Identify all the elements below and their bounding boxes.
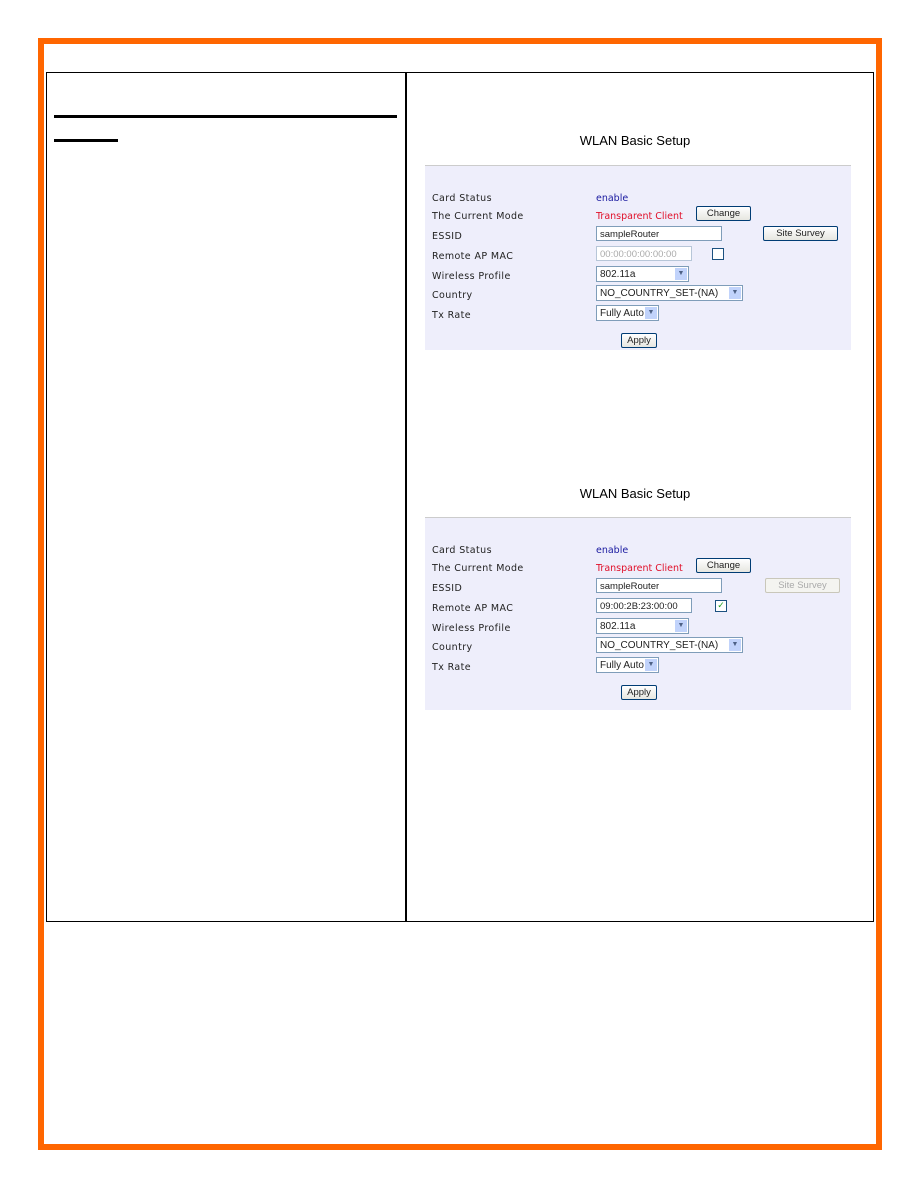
country-label: Country (432, 642, 473, 653)
chevron-down-icon: ▼ (675, 268, 687, 280)
tx-rate-value: Fully Auto (600, 308, 644, 319)
site-survey-button[interactable]: Site Survey (763, 226, 838, 241)
wireless-profile-label: Wireless Profile (432, 271, 511, 282)
wlan-basic-setup-panel: Card Status enable The Current Mode Transp… (425, 165, 851, 350)
remote-ap-mac-label: Remote AP MAC (432, 251, 514, 262)
remote-ap-mac-row: Remote AP MAC 00:00:00:00:00:00 (425, 246, 851, 264)
card-status-value: enable (596, 545, 629, 556)
column-divider (405, 72, 407, 922)
country-row: Country NO_COUNTRY_SET-(NA) ▼ (425, 637, 851, 655)
tx-rate-label: Tx Rate (432, 662, 472, 673)
chevron-down-icon: ▼ (729, 639, 741, 651)
remote-ap-mac-checkbox[interactable]: ✓ (715, 600, 727, 612)
mode-value: Transparent Client (596, 563, 683, 574)
panel-title: WLAN Basic Setup (579, 486, 691, 501)
tx-rate-select[interactable]: Fully Auto ▼ (596, 305, 659, 321)
chevron-down-icon: ▼ (675, 620, 687, 632)
document-page: WLAN Basic Setup Card Status enable The C… (0, 0, 918, 1188)
remote-ap-mac-checkbox[interactable] (712, 248, 724, 260)
heading-underline (54, 115, 397, 118)
mode-label: The Current Mode (432, 563, 524, 574)
tx-rate-row: Tx Rate Fully Auto ▼ (425, 657, 851, 675)
essid-label: ESSID (432, 231, 463, 242)
mode-label: The Current Mode (432, 211, 524, 222)
country-select[interactable]: NO_COUNTRY_SET-(NA) ▼ (596, 285, 743, 301)
wireless-profile-select[interactable]: 802.11a ▼ (596, 266, 689, 282)
essid-input[interactable]: sampleRouter (596, 226, 722, 241)
chevron-down-icon: ▼ (729, 287, 741, 299)
essid-label: ESSID (432, 583, 463, 594)
wireless-profile-value: 802.11a (600, 621, 636, 632)
chevron-down-icon: ▼ (645, 659, 657, 671)
country-label: Country (432, 290, 473, 301)
tx-rate-label: Tx Rate (432, 310, 472, 321)
remote-ap-mac-input[interactable]: 00:00:00:00:00:00 (596, 246, 692, 261)
country-select[interactable]: NO_COUNTRY_SET-(NA) ▼ (596, 637, 743, 653)
tx-rate-select[interactable]: Fully Auto ▼ (596, 657, 659, 673)
card-status-label: Card Status (432, 545, 492, 556)
change-button[interactable]: Change (696, 558, 751, 573)
apply-button[interactable]: Apply (621, 685, 657, 700)
tx-rate-row: Tx Rate Fully Auto ▼ (425, 305, 851, 323)
wireless-profile-row: Wireless Profile 802.11a ▼ (425, 266, 851, 284)
essid-input[interactable]: sampleRouter (596, 578, 722, 593)
wlan-basic-setup-panel: Card Status enable The Current Mode Transp… (425, 517, 851, 710)
country-row: Country NO_COUNTRY_SET-(NA) ▼ (425, 285, 851, 303)
panel-title: WLAN Basic Setup (579, 133, 691, 148)
card-status-value: enable (596, 193, 629, 204)
wireless-profile-label: Wireless Profile (432, 623, 511, 634)
country-value: NO_COUNTRY_SET-(NA) (600, 288, 719, 299)
wireless-profile-value: 802.11a (600, 269, 636, 280)
mode-row: The Current Mode Transparent Client Change (425, 205, 851, 223)
chevron-down-icon: ▼ (645, 307, 657, 319)
remote-ap-mac-row: Remote AP MAC 09:00:2B:23:00:00 ✓ (425, 598, 851, 616)
wireless-profile-row: Wireless Profile 802.11a ▼ (425, 618, 851, 636)
apply-button[interactable]: Apply (621, 333, 657, 348)
remote-ap-mac-label: Remote AP MAC (432, 603, 514, 614)
heading-underline (54, 139, 118, 142)
mode-value: Transparent Client (596, 211, 683, 222)
tx-rate-value: Fully Auto (600, 660, 644, 671)
wireless-profile-select[interactable]: 802.11a ▼ (596, 618, 689, 634)
card-status-label: Card Status (432, 193, 492, 204)
essid-row: ESSID sampleRouter Site Survey (425, 578, 851, 596)
mode-row: The Current Mode Transparent Client Change (425, 557, 851, 575)
essid-row: ESSID sampleRouter Site Survey (425, 226, 851, 244)
change-button[interactable]: Change (696, 206, 751, 221)
site-survey-button[interactable]: Site Survey (765, 578, 840, 593)
country-value: NO_COUNTRY_SET-(NA) (600, 640, 719, 651)
remote-ap-mac-input[interactable]: 09:00:2B:23:00:00 (596, 598, 692, 613)
